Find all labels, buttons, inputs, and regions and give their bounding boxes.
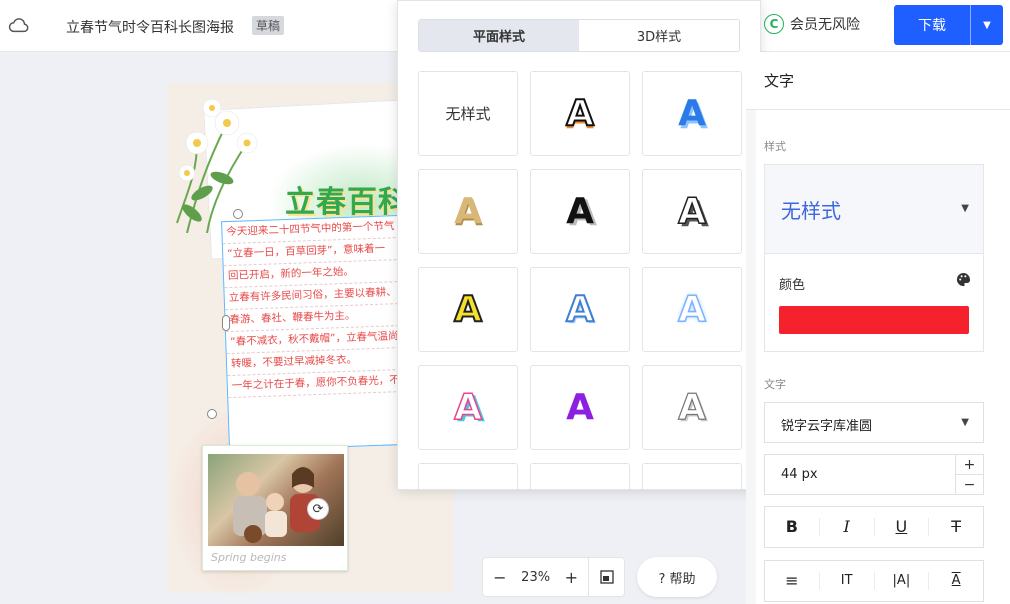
font-size-input[interactable]: 44 px + − (764, 454, 984, 495)
font-size-decrease[interactable]: − (955, 475, 983, 495)
style-option-gray-outline[interactable]: A (642, 365, 742, 450)
resize-handle-left[interactable] (222, 315, 230, 331)
style-option-yellow-outline[interactable]: A (418, 267, 518, 352)
style-option-none[interactable]: 无样式 (418, 71, 518, 156)
line-height-button[interactable]: IT (820, 572, 875, 590)
resize-handle-bottom-left[interactable] (207, 409, 217, 419)
style-value: 无样式 (781, 199, 841, 223)
resize-handle-top-left[interactable] (233, 209, 243, 219)
color-swatch[interactable] (779, 306, 969, 334)
style-tabs: 平面样式 3D样式 (418, 19, 740, 52)
style-preview-letter: A (677, 190, 706, 232)
text-transform-button[interactable]: A (929, 572, 983, 590)
style-option-label: 无样式 (445, 105, 491, 123)
help-button[interactable]: ? 帮助 (637, 557, 717, 597)
text-layout-toolbar: ≡ IT |A| A (764, 560, 984, 602)
tab-3d-style[interactable]: 3D样式 (579, 20, 739, 51)
style-option-outline-3d[interactable]: A (642, 169, 742, 254)
copyright-icon: C (764, 14, 784, 34)
font-size-value: 44 px (781, 467, 818, 482)
style-preview-letter: A (566, 386, 594, 428)
strikethrough-button[interactable]: T (929, 518, 983, 536)
zoom-level[interactable]: 23% (517, 570, 555, 585)
download-button[interactable]: 下载 ▼ (894, 5, 1003, 45)
text-format-toolbar: B I U T (764, 506, 984, 548)
style-option-black-outline[interactable]: A (530, 71, 630, 156)
zoom-out-button[interactable]: − (483, 568, 517, 587)
style-preview-letter: A (454, 190, 482, 232)
draft-badge: 草稿 (252, 16, 285, 35)
style-option-black-shadow[interactable]: A (530, 169, 630, 254)
italic-button[interactable]: I (820, 518, 875, 536)
style-preview-letter: A (565, 288, 595, 330)
style-preview-letter: A (453, 288, 483, 330)
style-option-purple[interactable]: A (530, 365, 630, 450)
font-family-value: 锐字云字库准圆 (781, 419, 873, 434)
download-label[interactable]: 下载 (894, 5, 971, 45)
photo-caption: Spring begins (211, 551, 287, 564)
style-option-light-blue-glow[interactable]: A (642, 267, 742, 352)
style-option-blue-3d[interactable]: A (642, 71, 742, 156)
underline-button[interactable]: U (875, 518, 930, 536)
palette-icon[interactable] (956, 272, 971, 291)
fit-screen-icon[interactable] (588, 557, 624, 597)
style-option-partial[interactable] (530, 463, 630, 489)
color-section: 颜色 (764, 254, 984, 352)
style-option-gold[interactable]: A (418, 169, 518, 254)
style-section-label: 样式 (764, 140, 786, 153)
tab-flat-style[interactable]: 平面样式 (419, 20, 579, 51)
style-preview-letter: A (566, 190, 594, 232)
vip-text: 会员无风险 (790, 17, 860, 33)
style-preview-letter: A (677, 288, 706, 330)
style-preview-letter: A (678, 92, 706, 134)
font-size-increase[interactable]: + (955, 455, 983, 475)
bold-button[interactable]: B (765, 518, 820, 536)
zoom-in-button[interactable]: + (555, 568, 589, 587)
align-left-button[interactable]: ≡ (765, 572, 820, 590)
daisy-decoration (176, 98, 258, 233)
style-preview-letter: A (453, 386, 482, 428)
text-section-label: 文字 (764, 378, 786, 391)
font-family-select[interactable]: 锐字云字库准圆 ▼ (764, 402, 984, 443)
vip-guarantee[interactable]: C 会员无风险 (764, 14, 860, 34)
color-label: 颜色 (779, 278, 806, 293)
text-style-popover: 平面样式 3D样式 无样式 A A A A A A A A A A A (397, 0, 761, 490)
panel-header: 文字 (746, 52, 1010, 110)
style-option-pink-cyan[interactable]: A (418, 365, 518, 450)
zoom-control: − 23% + (482, 557, 625, 597)
style-option-partial[interactable] (418, 463, 518, 489)
style-preview-letter: A (677, 386, 706, 428)
panel-title: 文字 (764, 72, 795, 90)
style-select[interactable]: 无样式 ▼ (764, 164, 984, 254)
style-option-partial[interactable] (642, 463, 742, 489)
letter-spacing-button[interactable]: |A| (875, 572, 930, 590)
property-panel: 文字 样式 无样式 ▼ 颜色 文字 锐字云字库准圆 ▼ 44 px + − B … (746, 52, 1010, 604)
cloud-icon[interactable] (8, 14, 30, 36)
chevron-down-icon: ▼ (961, 417, 969, 428)
chevron-down-icon: ▼ (961, 203, 969, 214)
replace-image-icon[interactable]: ⟳ (307, 498, 329, 520)
style-preview-letter: A (565, 92, 595, 134)
download-dropdown-icon[interactable]: ▼ (971, 5, 1003, 45)
style-option-blue-outline[interactable]: A (530, 267, 630, 352)
document-title[interactable]: 立春节气时令百科长图海报 (66, 17, 234, 37)
panel-body: 样式 无样式 ▼ 颜色 文字 锐字云字库准圆 ▼ 44 px + − B I U… (756, 110, 1010, 604)
